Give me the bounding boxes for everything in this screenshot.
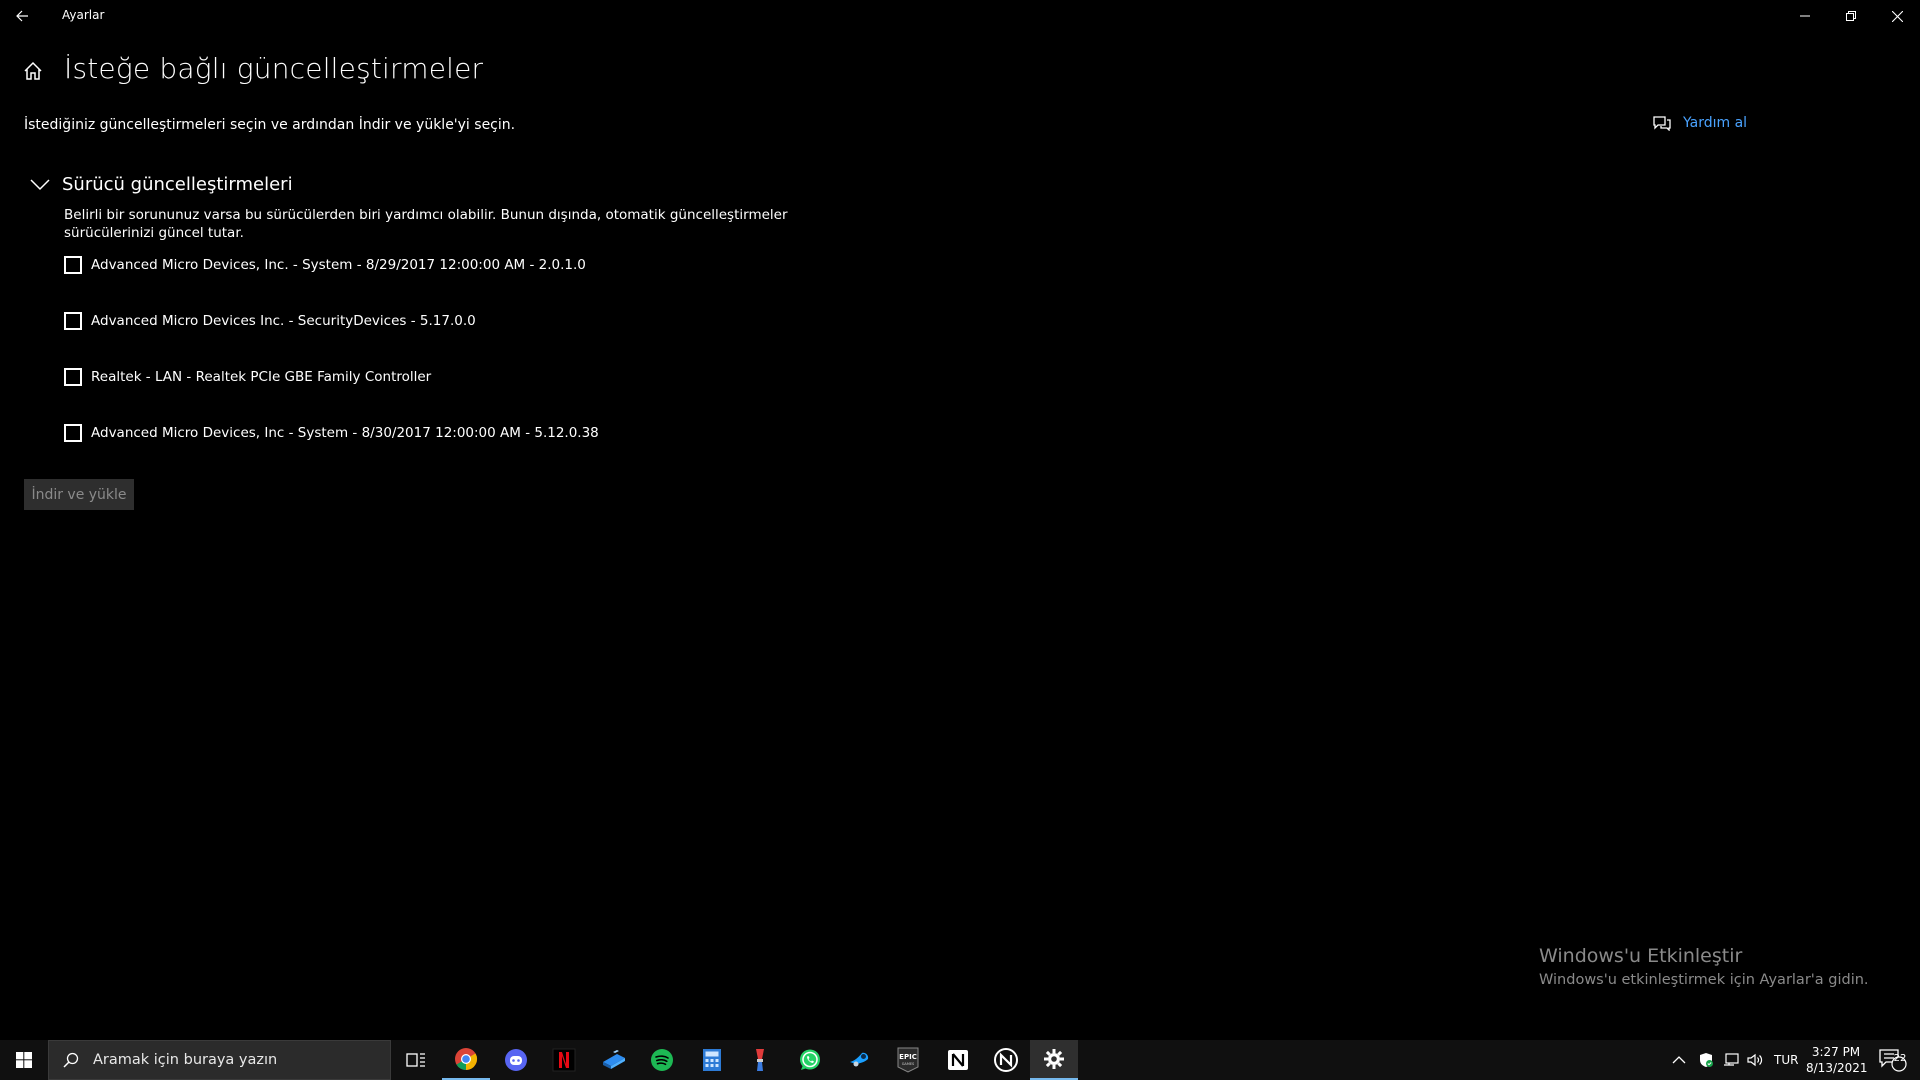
taskbar-chrome[interactable] [442,1040,490,1080]
action-center-button[interactable]: 22 [1878,1040,1908,1080]
back-arrow-icon [16,10,28,22]
volume-icon [1747,1053,1763,1067]
page-subtitle: İstediğiniz güncelleştirmeleri seçin ve … [24,117,516,133]
clock-time: 3:27 PM [1811,1045,1861,1059]
taskbar-spotify[interactable] [638,1040,686,1080]
clock-date: 8/13/2021 [1806,1061,1868,1075]
chrome-icon [455,1048,477,1070]
app-title: Ayarlar [62,8,105,22]
checkbox[interactable] [64,256,82,274]
driver-option-label: Advanced Micro Devices, Inc. - System - … [91,257,586,273]
taskbar-whatsapp[interactable] [786,1040,834,1080]
taskbar-files[interactable] [590,1040,638,1080]
whatsapp-icon [800,1049,820,1070]
checkbox[interactable] [64,368,82,386]
svg-text:EPIC: EPIC [899,1053,917,1061]
taskbar-netflix[interactable] [540,1040,588,1080]
taskbar-nvidia[interactable] [982,1040,1030,1080]
tray-security[interactable] [1698,1040,1714,1080]
files-icon [603,1050,625,1069]
activation-watermark-subtitle: Windows'u etkinleştirmek için Ayarlar'a … [1539,972,1869,988]
help-chat-icon [1653,116,1671,131]
close-button[interactable] [1874,0,1920,32]
download-install-button[interactable]: İndir ve yükle [24,479,134,510]
get-help-label: Yardım al [1683,115,1748,131]
search-box[interactable]: Aramak için buraya yazın [48,1040,391,1080]
taskbar-epic-games[interactable]: EPIC GAMES [884,1040,932,1080]
chevron-down-icon [30,178,50,190]
netflix-icon [552,1048,576,1072]
section-title: Sürücü güncelleştirmeleri [62,174,293,195]
nvidia-icon [994,1048,1018,1072]
taskbar-calculator[interactable] [688,1040,736,1080]
driver-option-2[interactable]: Advanced Micro Devices Inc. - SecurityDe… [64,312,476,330]
gear-icon [1044,1049,1064,1069]
spotify-icon [651,1049,673,1071]
driver-option-4[interactable]: Advanced Micro Devices, Inc - System - 8… [64,424,599,442]
checkbox[interactable] [64,312,82,330]
driver-option-1[interactable]: Advanced Micro Devices, Inc. - System - … [64,256,586,274]
tray-language[interactable]: TUR [1774,1040,1798,1080]
task-view-icon [406,1053,425,1067]
chevron-up-icon [1672,1056,1686,1064]
security-shield-icon [1700,1053,1713,1067]
restore-icon [1846,11,1856,21]
notification-count: 22 [1893,1053,1907,1064]
svg-text:GAMES: GAMES [902,1062,915,1066]
tray-network[interactable] [1722,1040,1740,1080]
taskbar-discord[interactable] [492,1040,540,1080]
language-indicator: TUR [1774,1053,1799,1067]
paint-icon [756,1049,764,1071]
driver-updates-expander[interactable]: Sürücü güncelleştirmeleri [30,174,293,195]
home-button[interactable] [22,60,46,84]
taskbar-settings[interactable] [1030,1040,1078,1080]
epic-games-icon: EPIC GAMES [897,1047,919,1073]
discord-icon [505,1049,527,1071]
minimize-icon [1800,15,1810,17]
activation-watermark-title: Windows'u Etkinleştir [1539,945,1743,967]
windows-logo-icon [16,1052,32,1068]
network-icon [1724,1053,1739,1066]
restore-button[interactable] [1828,0,1874,32]
taskbar-clock[interactable]: 3:27 PM 8/13/2021 [1806,1044,1868,1076]
checkbox[interactable] [64,424,82,442]
section-description: Belirli bir sorununuz varsa bu sürücüler… [64,207,788,241]
search-placeholder: Aramak için buraya yazın [93,1052,278,1068]
minimize-button[interactable] [1782,0,1828,32]
calculator-icon [703,1049,721,1071]
taskbar-task-view[interactable] [392,1040,440,1080]
home-icon [24,61,42,80]
steam-icon [850,1052,869,1067]
back-button[interactable] [10,4,34,28]
search-icon [63,1052,79,1068]
driver-option-label: Realtek - LAN - Realtek PCIe GBE Family … [91,369,432,385]
driver-option-label: Advanced Micro Devices, Inc - System - 8… [91,425,599,441]
get-help-link[interactable]: Yardım al [1653,115,1747,131]
title-bar: Ayarlar [0,0,1920,32]
taskbar-steam[interactable] [836,1040,884,1080]
taskbar-paint[interactable] [736,1040,784,1080]
tray-volume[interactable] [1746,1040,1764,1080]
close-icon [1891,10,1903,22]
driver-option-3[interactable]: Realtek - LAN - Realtek PCIe GBE Family … [64,368,431,386]
page-title: İsteğe bağlı güncelleştirmeler [64,52,484,85]
notion-icon [948,1050,968,1070]
taskbar-notion[interactable] [934,1040,982,1080]
start-button[interactable] [0,1040,48,1080]
driver-option-label: Advanced Micro Devices Inc. - SecurityDe… [91,313,476,329]
show-hidden-icons[interactable] [1672,1040,1686,1080]
taskbar: Aramak için buraya yazın EPIC GAMES TUR … [0,1040,1920,1080]
